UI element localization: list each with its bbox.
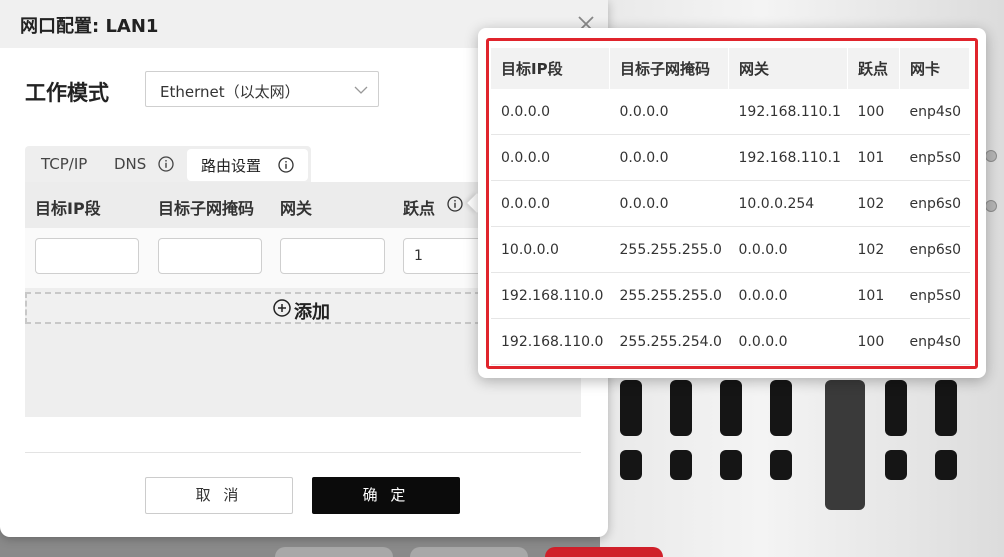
column-header: 跃点 <box>847 48 900 89</box>
table-row: 192.168.110.0 255.255.254.0 0.0.0.0 100 … <box>491 318 970 365</box>
chevron-down-icon <box>354 86 368 94</box>
table-cell: enp6s0 <box>899 180 970 227</box>
add-route-label: 添加 <box>294 302 330 323</box>
route-table: 目标IP段 目标子网掩码 网关 跃点 网卡 0.0.0.0 0.0.0.0 19… <box>491 48 970 365</box>
table-cell: 0.0.0.0 <box>609 180 729 227</box>
device-slot <box>885 450 907 480</box>
device-slot <box>770 450 792 480</box>
device-slot <box>620 450 642 480</box>
gateway-input[interactable] <box>280 238 385 274</box>
device-slot <box>935 380 957 436</box>
work-mode-value: Ethernet（以太网） <box>160 83 300 101</box>
device-edge <box>545 547 663 557</box>
device-slot <box>620 380 642 436</box>
table-cell: 0.0.0.0 <box>491 134 610 181</box>
table-row: 0.0.0.0 0.0.0.0 192.168.110.1 100 enp4s0 <box>491 89 970 135</box>
dialog-title: 网口配置: LAN1 <box>20 16 159 37</box>
table-cell: 255.255.255.0 <box>609 226 729 273</box>
table-cell: 0.0.0.0 <box>609 134 729 181</box>
table-cell: 100 <box>847 318 900 365</box>
info-icon[interactable] <box>278 157 294 173</box>
route-table-header-row: 目标IP段 目标子网掩码 网关 跃点 网卡 <box>491 48 970 89</box>
table-cell: 255.255.254.0 <box>609 318 729 365</box>
device-edge <box>275 547 393 557</box>
tab-label: 路由设置 <box>201 157 262 175</box>
cancel-button[interactable]: 取 消 <box>145 477 293 514</box>
tab-label: DNS <box>114 155 147 173</box>
device-slot <box>720 450 742 480</box>
table-cell: enp5s0 <box>899 134 970 181</box>
device-slot <box>935 450 957 480</box>
table-cell: 192.168.110.1 <box>728 89 848 135</box>
table-cell: enp5s0 <box>899 272 970 319</box>
subnet-mask-input[interactable] <box>158 238 262 274</box>
table-cell: 192.168.110.1 <box>728 134 848 181</box>
table-row: 192.168.110.0 255.255.255.0 0.0.0.0 101 … <box>491 272 970 319</box>
table-cell: 102 <box>847 226 900 273</box>
route-table-popover: 目标IP段 目标子网掩码 网关 跃点 网卡 0.0.0.0 0.0.0.0 19… <box>478 28 986 378</box>
plus-circle-icon <box>273 299 291 317</box>
column-header: 网关 <box>728 48 848 89</box>
table-cell: 100 <box>847 89 900 135</box>
tab-bar: TCP/IP DNS 路由设置 <box>25 146 311 182</box>
tab-route-settings[interactable]: 路由设置 <box>187 149 308 181</box>
table-cell: 0.0.0.0 <box>728 272 848 319</box>
device-slot <box>720 380 742 436</box>
table-cell: 10.0.0.0 <box>491 226 610 273</box>
tab-tcpip[interactable]: TCP/IP <box>25 146 100 182</box>
work-mode-label: 工作模式 <box>25 81 109 105</box>
table-cell: 192.168.110.0 <box>491 272 610 319</box>
table-cell: enp4s0 <box>899 318 970 365</box>
footer-divider <box>25 452 581 453</box>
table-cell: 0.0.0.0 <box>491 180 610 227</box>
column-gateway: 网关 <box>280 199 313 218</box>
device-slot <box>670 380 692 436</box>
device-slot <box>770 380 792 436</box>
table-cell: 255.255.255.0 <box>609 272 729 319</box>
table-row: 0.0.0.0 0.0.0.0 10.0.0.254 102 enp6s0 <box>491 180 970 227</box>
table-cell: 101 <box>847 272 900 319</box>
table-row: 0.0.0.0 0.0.0.0 192.168.110.1 101 enp5s0 <box>491 134 970 181</box>
tab-dns[interactable]: DNS <box>101 146 187 182</box>
work-mode-select[interactable]: Ethernet（以太网） <box>145 71 379 107</box>
table-cell: 101 <box>847 134 900 181</box>
table-cell: 0.0.0.0 <box>728 318 848 365</box>
table-cell: 102 <box>847 180 900 227</box>
device-edge <box>410 547 528 557</box>
table-cell: 0.0.0.0 <box>609 89 729 135</box>
device-screw <box>985 150 997 162</box>
device-slot <box>885 380 907 436</box>
column-metric: 跃点 <box>403 199 436 218</box>
column-header: 目标IP段 <box>491 48 610 89</box>
table-row: 10.0.0.0 255.255.255.0 0.0.0.0 102 enp6s… <box>491 226 970 273</box>
table-cell: 0.0.0.0 <box>491 89 610 135</box>
column-header: 目标子网掩码 <box>609 48 729 89</box>
device-slot <box>670 450 692 480</box>
device-screw <box>985 200 997 212</box>
table-cell: 10.0.0.254 <box>728 180 848 227</box>
tab-label: TCP/IP <box>41 155 88 173</box>
confirm-button[interactable]: 确 定 <box>312 477 460 514</box>
target-ip-input[interactable] <box>35 238 139 274</box>
table-cell: 192.168.110.0 <box>491 318 610 365</box>
table-cell: 0.0.0.0 <box>728 226 848 273</box>
table-cell: enp6s0 <box>899 226 970 273</box>
info-icon[interactable] <box>447 196 463 212</box>
info-icon[interactable] <box>158 156 174 172</box>
table-cell: enp4s0 <box>899 89 970 135</box>
device-slot <box>825 380 865 510</box>
column-subnet-mask: 目标子网掩码 <box>158 199 255 218</box>
column-header: 网卡 <box>899 48 970 89</box>
column-target-ip: 目标IP段 <box>35 199 101 218</box>
